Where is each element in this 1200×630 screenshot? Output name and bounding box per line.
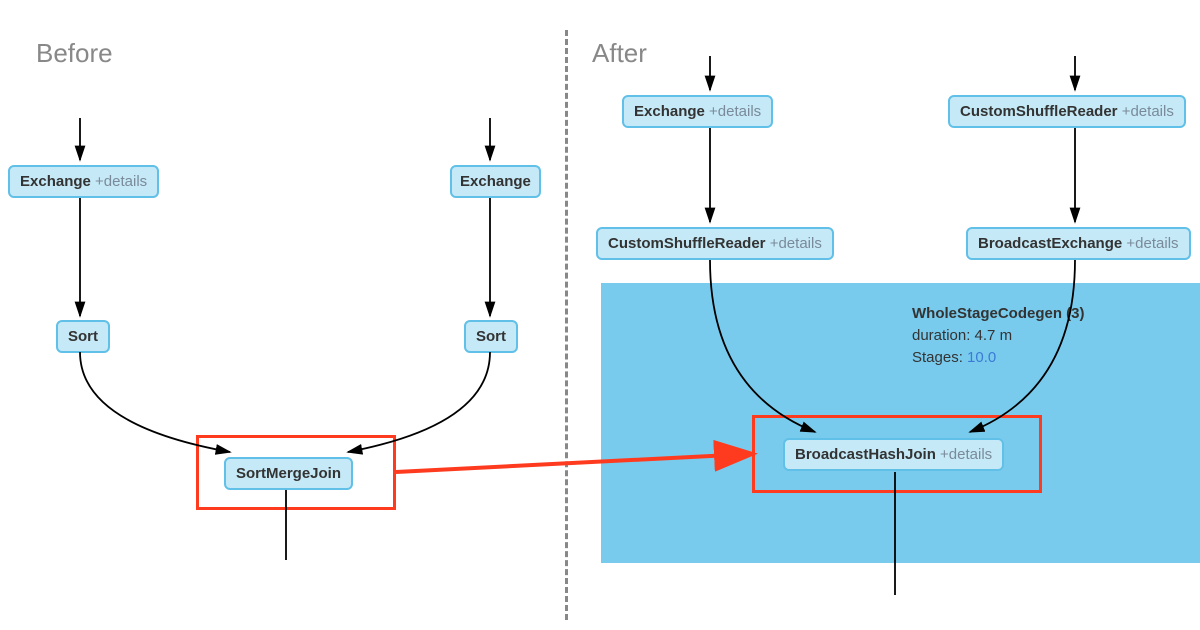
node-label: CustomShuffleReader	[960, 103, 1118, 120]
node-label: Sort	[68, 328, 98, 345]
details-link[interactable]: +details	[709, 103, 761, 120]
before-exchange-left[interactable]: Exchange +details	[8, 165, 159, 198]
node-label: Exchange	[634, 103, 705, 120]
codegen-stages-label: Stages:	[912, 349, 963, 366]
node-label: Exchange	[460, 173, 531, 190]
details-link[interactable]: +details	[95, 173, 147, 190]
node-label: CustomShuffleReader	[608, 235, 766, 252]
after-broadcast-exchange[interactable]: BroadcastExchange +details	[966, 227, 1191, 260]
before-highlight	[196, 435, 396, 510]
divider	[565, 30, 568, 620]
after-csr-top[interactable]: CustomShuffleReader +details	[948, 95, 1186, 128]
after-exchange[interactable]: Exchange +details	[622, 95, 773, 128]
before-exchange-right[interactable]: Exchange	[450, 165, 541, 198]
details-link[interactable]: +details	[1122, 103, 1174, 120]
codegen-duration-value: 4.7 m	[975, 327, 1013, 344]
after-highlight	[752, 415, 1042, 493]
before-sort-left[interactable]: Sort	[56, 320, 110, 353]
before-sort-right[interactable]: Sort	[464, 320, 518, 353]
codegen-meta: WholeStageCodegen (3) duration: 4.7 m St…	[912, 303, 1085, 368]
details-link[interactable]: +details	[770, 235, 822, 252]
codegen-stages-value[interactable]: 10.0	[967, 349, 996, 366]
codegen-duration-label: duration:	[912, 327, 970, 344]
details-link[interactable]: +details	[1126, 235, 1178, 252]
codegen-title: WholeStageCodegen (3)	[912, 305, 1085, 322]
node-label: BroadcastExchange	[978, 235, 1122, 252]
before-title: Before	[36, 38, 113, 69]
node-label: Sort	[476, 328, 506, 345]
after-title: After	[592, 38, 647, 69]
node-label: Exchange	[20, 173, 91, 190]
after-csr-left[interactable]: CustomShuffleReader +details	[596, 227, 834, 260]
